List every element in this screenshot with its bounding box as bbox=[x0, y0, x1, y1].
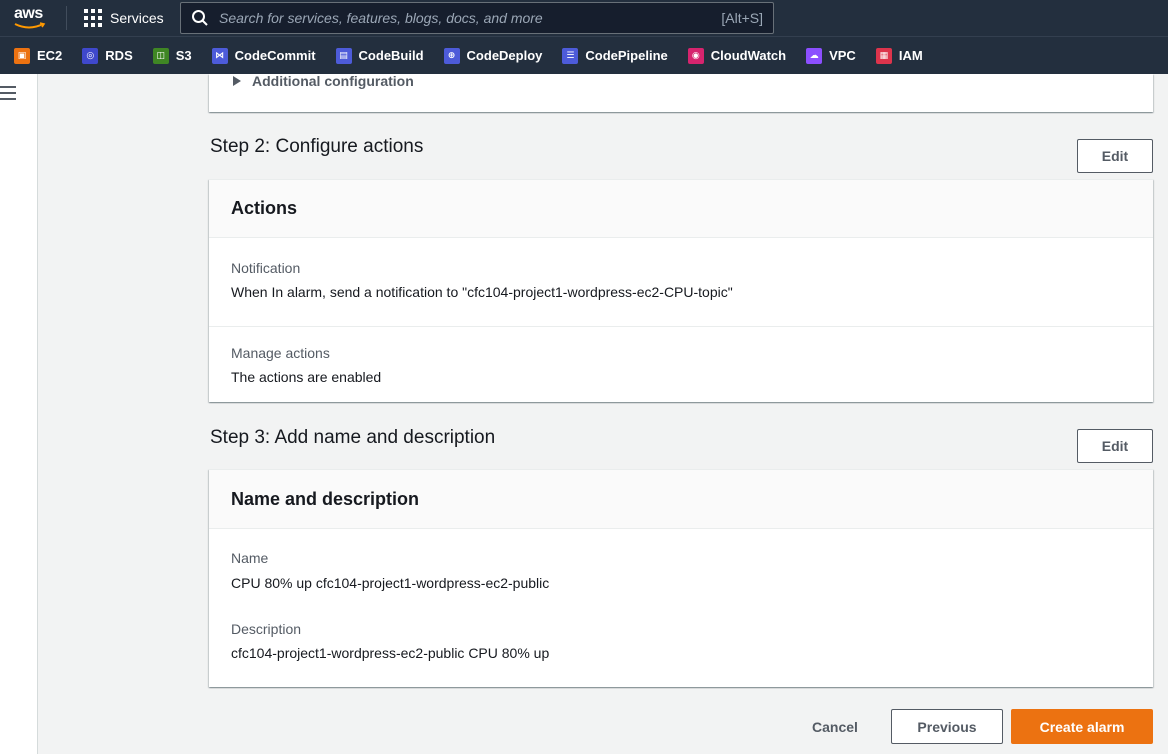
caret-right-icon bbox=[233, 76, 241, 86]
favorite-label: CodePipeline bbox=[585, 48, 668, 63]
row-divider bbox=[209, 326, 1153, 327]
name-value: CPU 80% up cfc104-project1-wordpress-ec2… bbox=[231, 575, 550, 591]
favorite-label: CodeDeploy bbox=[466, 48, 543, 63]
additional-configuration-toggle[interactable]: Additional configuration bbox=[233, 73, 414, 89]
favorite-ec2[interactable]: ▣ EC2 bbox=[14, 47, 63, 64]
favorite-cloudwatch[interactable]: ◉ CloudWatch bbox=[687, 47, 787, 64]
search-icon bbox=[192, 10, 208, 26]
search-shortcut: [Alt+S] bbox=[721, 10, 763, 26]
aws-logo-text: aws bbox=[14, 5, 43, 22]
description-label: Description bbox=[231, 621, 302, 637]
s3-icon: ◫ bbox=[152, 47, 169, 64]
menu-icon[interactable] bbox=[0, 86, 16, 100]
manage-actions-label: Manage actions bbox=[231, 345, 330, 361]
favorite-rds[interactable]: ◎ RDS bbox=[82, 47, 133, 64]
favorite-codecommit[interactable]: ⋈ CodeCommit bbox=[211, 47, 316, 64]
actions-card-title: Actions bbox=[209, 180, 1153, 238]
services-menu-button[interactable]: Services bbox=[84, 0, 164, 36]
favorite-label: CodeCommit bbox=[234, 48, 316, 63]
vpc-icon: ☁ bbox=[806, 47, 823, 64]
step2-edit-button[interactable]: Edit bbox=[1077, 139, 1153, 173]
step1-panel: Additional configuration bbox=[209, 73, 1153, 112]
additional-configuration-label: Additional configuration bbox=[252, 73, 414, 89]
aws-smile-icon bbox=[14, 22, 46, 29]
name-label: Name bbox=[231, 550, 269, 566]
notification-value: When In alarm, send a notification to "c… bbox=[231, 284, 733, 300]
favorite-label: IAM bbox=[898, 48, 923, 63]
step2-title: Step 2: Configure actions bbox=[210, 136, 424, 157]
favorite-label: RDS bbox=[105, 48, 133, 63]
description-value: cfc104-project1-wordpress-ec2-public CPU… bbox=[231, 645, 550, 661]
search-input[interactable] bbox=[219, 10, 722, 26]
favorite-codebuild[interactable]: ▤ CodeBuild bbox=[335, 47, 424, 64]
top-navigation: aws Services [Alt+S] bbox=[0, 0, 1168, 36]
codedeploy-icon: ⊕ bbox=[443, 47, 460, 64]
favorite-label: CodeBuild bbox=[358, 48, 424, 63]
search-bar[interactable]: [Alt+S] bbox=[180, 2, 774, 34]
codebuild-icon: ▤ bbox=[335, 47, 352, 64]
cloudwatch-icon: ◉ bbox=[687, 47, 704, 64]
favorite-label: VPC bbox=[829, 48, 856, 63]
previous-button[interactable]: Previous bbox=[891, 709, 1003, 744]
favorite-label: EC2 bbox=[37, 48, 63, 63]
step3-title: Step 3: Add name and description bbox=[210, 427, 496, 448]
iam-icon: ▦ bbox=[875, 47, 892, 64]
favorite-vpc[interactable]: ☁ VPC bbox=[806, 47, 856, 64]
favorite-codepipeline[interactable]: ☰ CodePipeline bbox=[562, 47, 668, 64]
cancel-button[interactable]: Cancel bbox=[798, 709, 872, 744]
aws-logo[interactable]: aws bbox=[12, 3, 50, 33]
favorite-label: CloudWatch bbox=[710, 48, 787, 63]
actions-card: Actions Notification When In alarm, send… bbox=[209, 179, 1153, 402]
ec2-icon: ▣ bbox=[14, 47, 30, 64]
favorite-codedeploy[interactable]: ⊕ CodeDeploy bbox=[443, 47, 543, 64]
codepipeline-icon: ☰ bbox=[562, 47, 579, 64]
create-alarm-button[interactable]: Create alarm bbox=[1011, 709, 1153, 744]
services-grid-icon bbox=[84, 9, 102, 27]
services-label: Services bbox=[110, 10, 164, 26]
favorite-s3[interactable]: ◫ S3 bbox=[152, 47, 192, 64]
side-navigation bbox=[0, 74, 38, 754]
favorite-label: S3 bbox=[175, 48, 192, 63]
step3-edit-button[interactable]: Edit bbox=[1077, 429, 1153, 463]
codecommit-icon: ⋈ bbox=[211, 47, 228, 64]
name-description-card: Name and description Name CPU 80% up cfc… bbox=[209, 469, 1153, 687]
rds-icon: ◎ bbox=[82, 47, 99, 64]
favorite-iam[interactable]: ▦ IAM bbox=[875, 47, 923, 64]
favorites-bar: ▣ EC2 ◎ RDS ◫ S3 ⋈ CodeCommit ▤ CodeBuild ⊕ Co… bbox=[0, 36, 1168, 74]
name-description-card-title: Name and description bbox=[209, 470, 1153, 529]
manage-actions-value: The actions are enabled bbox=[231, 369, 382, 385]
notification-label: Notification bbox=[231, 260, 301, 276]
nav-divider bbox=[66, 6, 67, 30]
